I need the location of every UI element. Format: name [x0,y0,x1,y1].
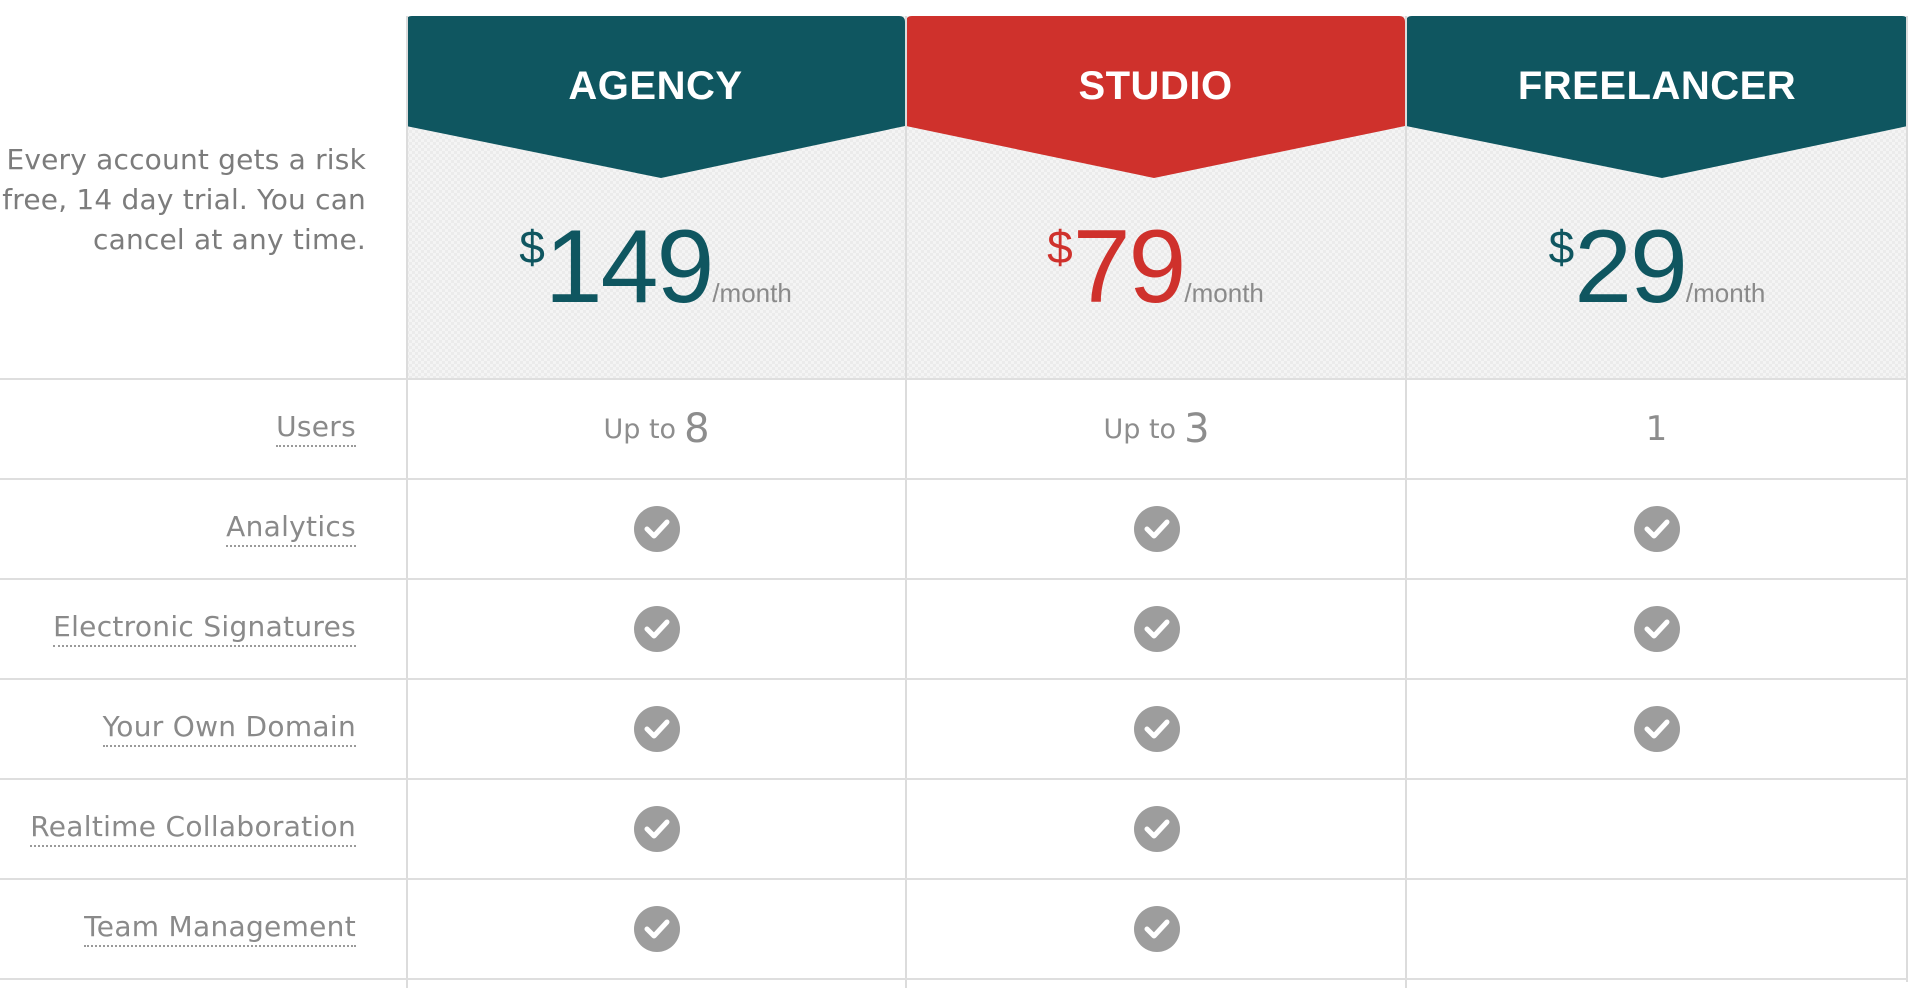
plan-studio-price: $79/month [906,212,1405,322]
users-agency-value: 8 [684,406,710,452]
plan-studio-name: STUDIO [1078,64,1233,108]
plan-agency-amount: 149 [544,209,715,325]
users-freelancer: 1 [1407,379,1906,479]
plan-freelancer: FREELANCER $29/month [1406,16,1908,378]
checkmark-circle-icon [1633,506,1680,552]
analytics-freelancer [1407,479,1906,579]
intro-line-3: cancel at any time. [93,223,366,256]
column-divider [1906,16,1908,982]
checkmark-circle-icon [1133,906,1180,952]
plan-studio-period: /month [1184,278,1264,308]
users-studio: Up to 3 [907,379,1406,479]
plan-agency-currency: $ [519,221,545,273]
trial-intro-text: Every account gets a risk free, 14 day t… [0,140,366,260]
signatures-freelancer [1407,579,1906,679]
plan-agency-price: $149/month [406,212,905,322]
plan-agency-name: AGENCY [568,64,743,108]
domain-freelancer [1407,679,1906,779]
feature-label-your-own-domain[interactable]: Your Own Domain [0,710,356,747]
checkmark-circle-icon [1633,606,1680,652]
users-studio-value: 3 [1184,406,1210,452]
checkmark-circle-icon [1133,606,1180,652]
checkmark-circle-icon [633,906,680,952]
domain-agency [407,679,906,779]
signatures-studio [907,579,1406,679]
intro-line-2: free, 14 day trial. You can [2,183,366,216]
feature-label-analytics[interactable]: Analytics [0,510,356,547]
feature-label-users[interactable]: Users [0,410,356,447]
pricing-page: Every account gets a risk free, 14 day t… [0,0,1918,988]
checkmark-circle-icon [1133,506,1180,552]
users-agency-prefix: Up to [603,413,677,445]
collaboration-studio [907,779,1406,879]
checkmark-circle-icon [633,806,680,852]
users-studio-prefix: Up to [1103,413,1177,445]
feature-label-electronic-signatures[interactable]: Electronic Signatures [0,610,356,647]
checkmark-circle-icon [1133,706,1180,752]
analytics-agency [407,479,906,579]
checkmark-circle-icon [633,706,680,752]
team-management-studio [907,879,1406,979]
plan-freelancer-currency: $ [1548,221,1575,273]
plan-studio-currency: $ [1047,221,1073,273]
feature-label-team-management[interactable]: Team Management [0,910,356,947]
checkmark-circle-icon [633,506,680,552]
plan-freelancer-name: FREELANCER [1517,64,1797,108]
plan-studio: STUDIO $79/month [906,16,1405,378]
plan-freelancer-price: $29/month [1406,212,1908,322]
plan-agency-period: /month [712,278,792,308]
users-agency: Up to 8 [407,379,906,479]
checkmark-circle-icon [633,606,680,652]
signatures-agency [407,579,906,679]
checkmark-circle-icon [1633,706,1680,752]
feature-label-realtime-collaboration[interactable]: Realtime Collaboration [0,810,356,847]
domain-studio [907,679,1406,779]
checkmark-circle-icon [1133,806,1180,852]
plan-studio-amount: 79 [1072,209,1187,325]
team-management-agency [407,879,906,979]
intro-line-1: Every account gets a risk [6,143,366,176]
plan-freelancer-amount: 29 [1574,209,1688,325]
analytics-studio [907,479,1406,579]
users-freelancer-value: 1 [1645,409,1668,449]
plan-freelancer-period: /month [1685,278,1766,308]
collaboration-agency [407,779,906,879]
plan-agency: AGENCY $149/month [406,16,905,378]
